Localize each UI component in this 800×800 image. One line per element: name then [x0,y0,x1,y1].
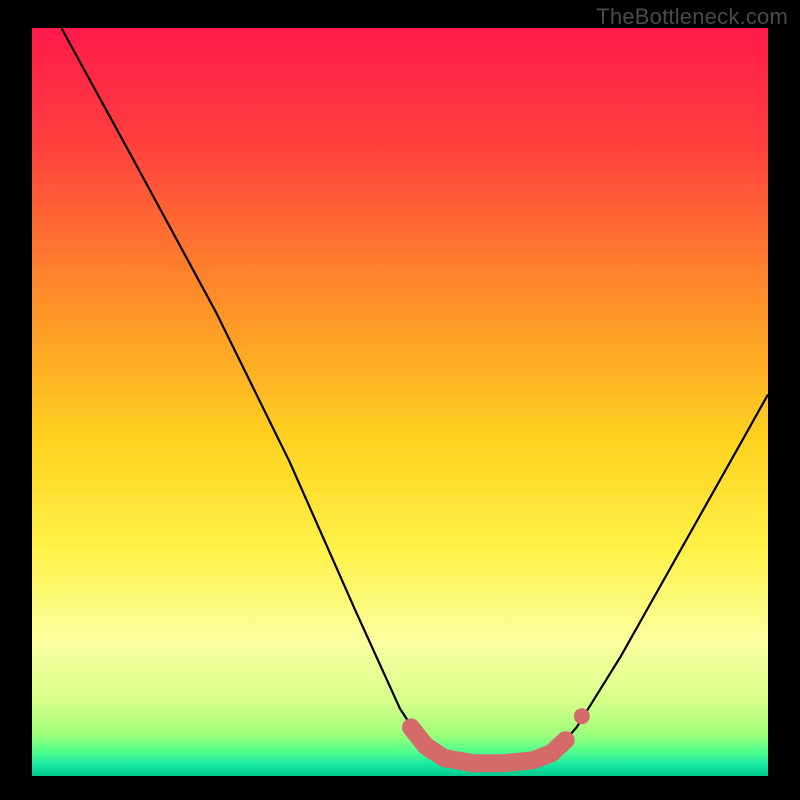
watermark-text: TheBottleneck.com [596,4,788,30]
chart-frame: TheBottleneck.com [0,0,800,800]
optimal-range-marker [574,708,590,724]
plot-background [32,28,768,776]
bottleneck-chart [0,0,800,800]
